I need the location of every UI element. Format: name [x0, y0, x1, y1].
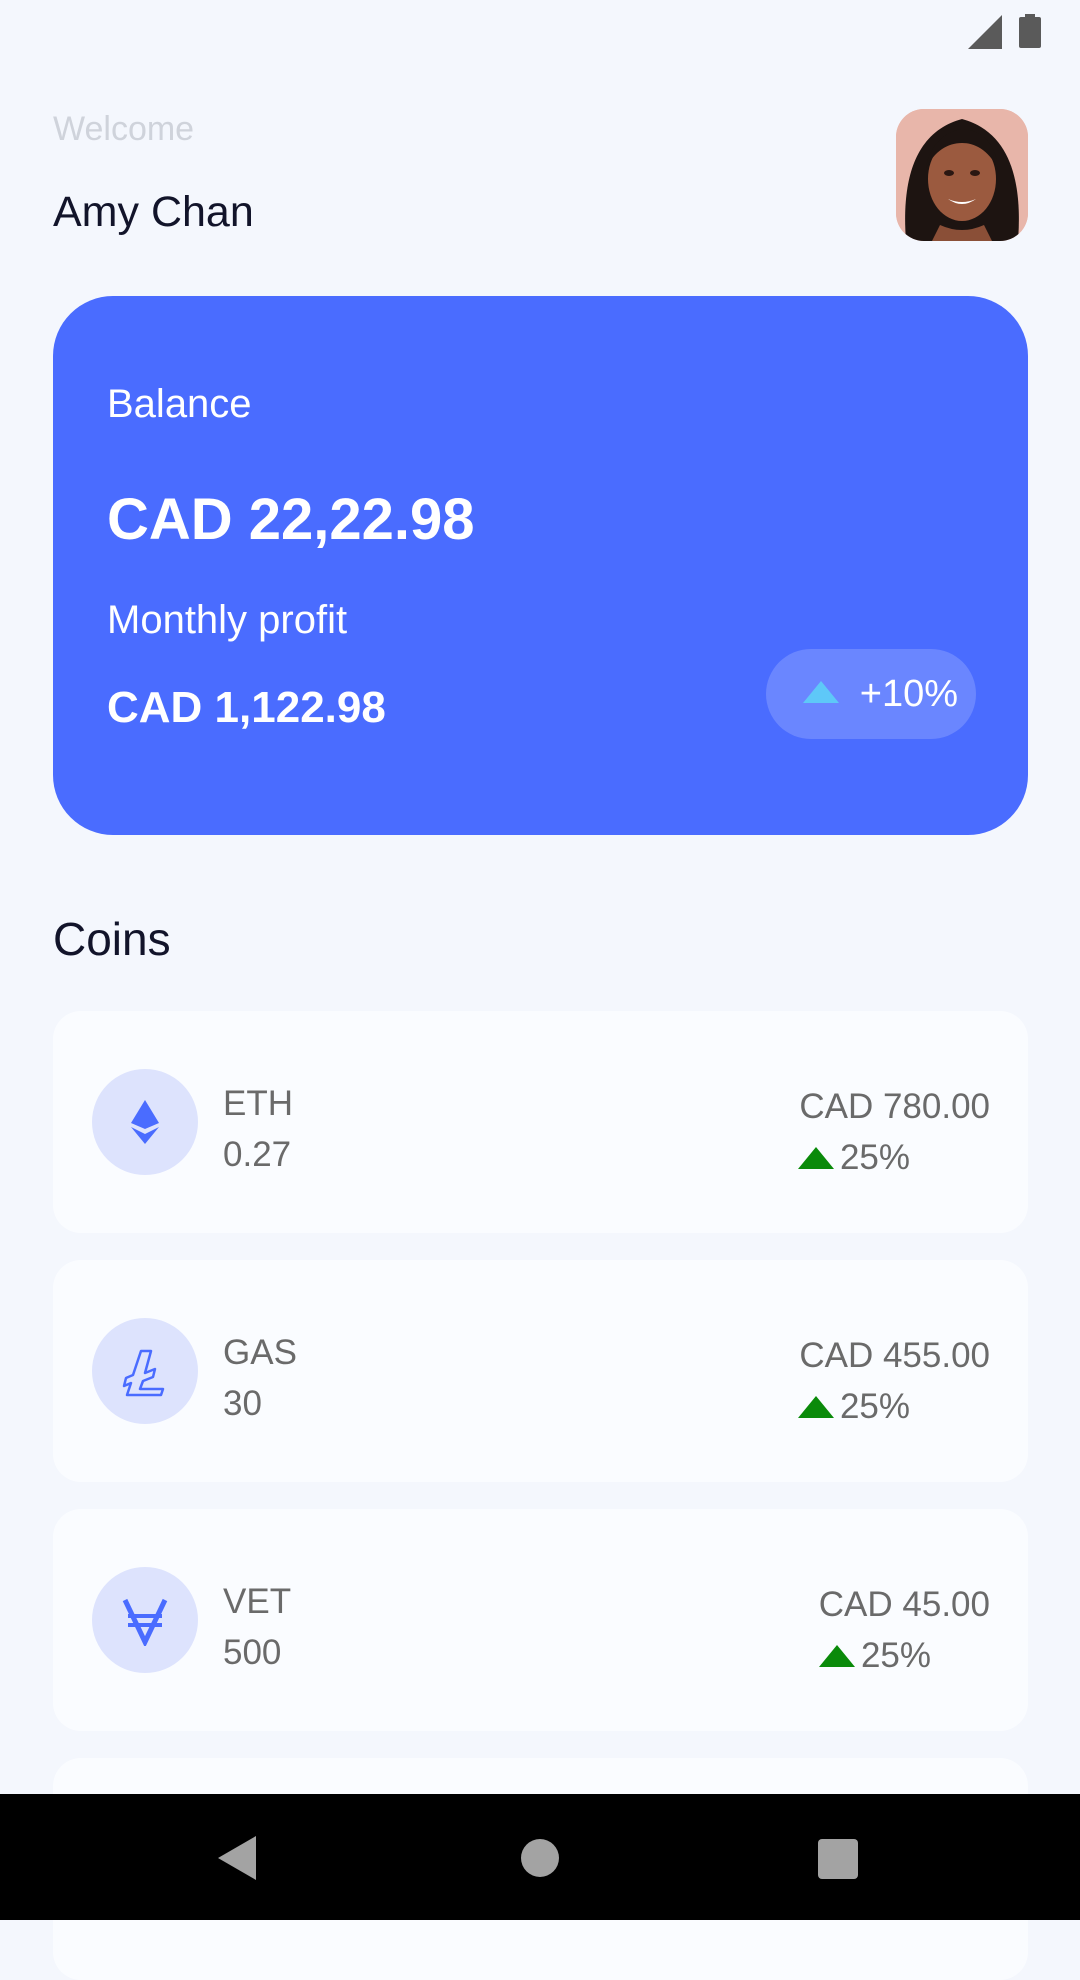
coins-section-title: Coins	[53, 913, 171, 965]
coin-list-item[interactable]: VET 500 CAD 45.00 25%	[53, 1509, 1028, 1731]
avatar-photo	[896, 109, 1028, 241]
coin-change: 25%	[839, 1387, 910, 1426]
signal-icon	[968, 15, 1002, 49]
coin-value: CAD 45.00	[818, 1585, 990, 1624]
monthly-profit-amount: CAD 1,122.98	[107, 683, 386, 732]
arrow-up-icon	[798, 1396, 834, 1418]
coin-list-item[interactable]: GAS 30 CAD 455.00 25%	[53, 1260, 1028, 1482]
coin-amount: 500	[223, 1633, 282, 1672]
profit-change-badge: +10%	[766, 649, 976, 739]
coin-value: CAD 455.00	[799, 1336, 990, 1375]
coin-symbol: ETH	[223, 1084, 293, 1123]
profit-change-value: +10%	[859, 673, 958, 715]
arrow-up-icon	[803, 681, 839, 703]
balance-card[interactable]: Balance CAD 22,22.98 Monthly profit CAD …	[53, 296, 1028, 835]
coin-change: 25%	[860, 1636, 931, 1675]
arrow-up-icon	[819, 1645, 855, 1667]
avatar[interactable]	[896, 109, 1028, 241]
litecoin-icon	[122, 1349, 165, 1397]
coin-change: 25%	[839, 1138, 910, 1177]
ethereum-icon	[131, 1100, 159, 1144]
coin-amount: 30	[223, 1384, 262, 1423]
vechain-icon	[122, 1598, 168, 1646]
coin-icon-badge	[92, 1567, 198, 1673]
battery-icon	[1019, 14, 1041, 48]
coin-icon-badge	[92, 1069, 198, 1175]
home-icon[interactable]	[521, 1839, 559, 1877]
status-bar	[0, 0, 1080, 64]
coin-amount: 0.27	[223, 1135, 292, 1174]
recents-icon[interactable]	[818, 1839, 858, 1879]
balance-label: Balance	[107, 382, 252, 426]
monthly-profit-label: Monthly profit	[107, 598, 348, 642]
user-name: Amy Chan	[53, 188, 254, 236]
coin-list-item[interactable]: ETH 0.27 CAD 780.00 25%	[53, 1011, 1028, 1233]
balance-amount: CAD 22,22.98	[107, 487, 475, 552]
coin-value: CAD 780.00	[799, 1087, 990, 1126]
coin-icon-badge	[92, 1318, 198, 1424]
arrow-up-icon	[798, 1147, 834, 1169]
navigation-bar	[0, 1794, 1080, 1920]
back-icon[interactable]	[218, 1836, 256, 1880]
coin-symbol: GAS	[223, 1333, 297, 1372]
coin-symbol: VET	[223, 1582, 292, 1621]
welcome-label: Welcome	[53, 110, 195, 148]
